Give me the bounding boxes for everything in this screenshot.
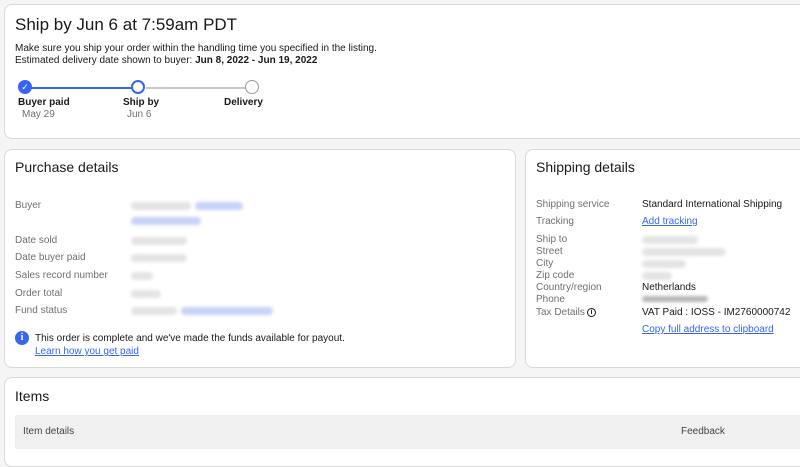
step-delivery-circle-icon [245, 80, 259, 94]
step-delivery-label: Delivery [224, 97, 263, 108]
shipping-details-card: Shipping details Shipping service Standa… [525, 149, 800, 368]
tax-info-icon[interactable]: i [587, 308, 596, 317]
fund-status-label: Fund status [15, 305, 68, 316]
ship-to-redacted [642, 236, 698, 244]
buyer-name-redacted [131, 202, 191, 210]
zip-code-redacted [642, 272, 672, 280]
tax-details-value: VAT Paid : IOSS - IM2760000742 [642, 307, 791, 318]
buyer-username-redacted[interactable] [195, 202, 243, 210]
city-label: City [536, 258, 554, 269]
buyer-contact-redacted[interactable] [131, 217, 201, 225]
items-title: Items [15, 388, 50, 404]
tracking-label: Tracking [536, 216, 574, 227]
estimated-delivery-note: Estimated delivery date shown to buyer: … [15, 54, 317, 67]
shipping-service-label: Shipping service [536, 199, 610, 210]
estimated-delivery-prefix: Estimated delivery date shown to buyer: [15, 55, 196, 66]
items-card: Items Item details Feedback [4, 377, 800, 467]
tax-details-label: Tax Details [536, 307, 585, 318]
step-buyer-paid-label: Buyer paid [18, 97, 70, 108]
copy-address-link[interactable]: Copy full address to clipboard [642, 324, 774, 335]
funds-available-notice: This order is complete and we've made th… [35, 333, 345, 344]
shipping-service-value: Standard International Shipping [642, 199, 783, 210]
zip-code-label: Zip code [536, 270, 575, 281]
fund-status-redacted [131, 307, 177, 315]
phone-label: Phone [536, 294, 565, 305]
feedback-column-header: Feedback [681, 426, 725, 437]
step-buyer-paid-date: May 29 [22, 109, 55, 120]
sales-record-redacted [131, 272, 153, 280]
date-buyer-paid-label: Date buyer paid [15, 252, 86, 263]
order-total-redacted [131, 290, 161, 298]
step-ship-by-date: Jun 6 [127, 109, 152, 120]
country-region-label: Country/region [536, 282, 602, 293]
ship-by-title: Ship by Jun 6 at 7:59am PDT [15, 15, 238, 34]
step-buyer-paid-check-icon: ✓ [18, 80, 32, 94]
buyer-label: Buyer [15, 200, 42, 211]
ship-to-label: Ship to [536, 234, 568, 245]
shipping-details-title: Shipping details [536, 159, 635, 175]
step-ship-by-label: Ship by [123, 97, 160, 108]
learn-how-you-get-paid-link[interactable]: Learn how you get paid [35, 346, 139, 357]
date-sold-label: Date sold [15, 235, 58, 246]
purchase-details-card: Purchase details Buyer Date sold Date bu… [4, 149, 516, 368]
progress-track-pending [146, 87, 250, 89]
progress-track-completed [31, 87, 137, 89]
city-redacted [642, 260, 686, 268]
fund-status-link-redacted[interactable] [181, 307, 273, 315]
street-label: Street [536, 246, 563, 257]
info-icon: i [15, 331, 29, 345]
country-region-value: Netherlands [642, 282, 696, 293]
order-total-label: Order total [15, 288, 63, 299]
step-ship-by-circle-icon [131, 80, 145, 94]
street-redacted [642, 248, 726, 256]
add-tracking-link[interactable]: Add tracking [642, 216, 698, 227]
phone-redacted [642, 296, 708, 302]
sales-record-label: Sales record number [15, 270, 108, 281]
ship-by-card: Ship by Jun 6 at 7:59am PDT Make sure yo… [4, 4, 800, 139]
date-paid-redacted [131, 254, 187, 262]
date-sold-redacted [131, 237, 187, 245]
item-details-column-header: Item details [23, 426, 75, 437]
purchase-details-title: Purchase details [15, 159, 119, 175]
items-table-header: Item details Feedback [15, 415, 800, 449]
estimated-delivery-dates: Jun 8, 2022 - Jun 19, 2022 [195, 55, 318, 66]
